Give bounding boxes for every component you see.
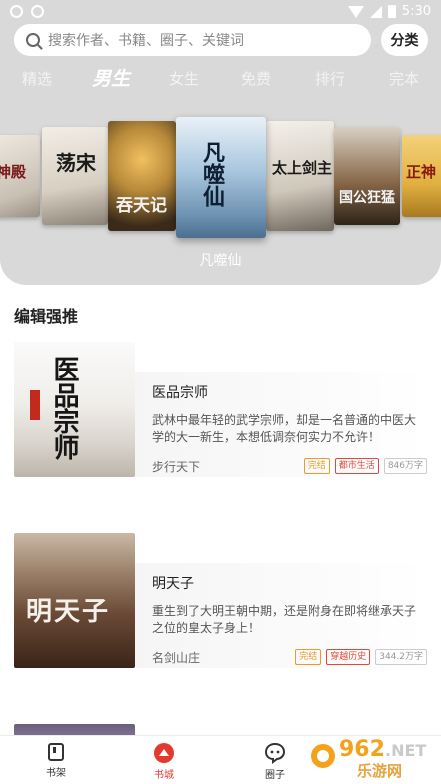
- search-input[interactable]: 搜索作者、书籍、圈子、关键词: [14, 24, 371, 56]
- battery-icon: [387, 5, 396, 18]
- book-description: 武林中最年轻的武学宗师，却是一名普通的中医大学的大一新生，本想低调奈何实力不允许…: [152, 413, 417, 444]
- cover-title: 太上剑主: [272, 159, 333, 177]
- status-bar: 5:30: [0, 0, 441, 24]
- carousel-cover[interactable]: 荡宋: [42, 127, 108, 225]
- tab-ranking[interactable]: 排行: [315, 68, 345, 89]
- carousel-cover[interactable]: 正神: [402, 135, 441, 217]
- book-carousel: 神殿 荡宋 吞天记 太上剑主 国公狂猛 正神 凡噬仙: [0, 115, 441, 240]
- search-icon: [26, 33, 40, 47]
- book-title: 医品宗师: [152, 385, 208, 401]
- cover-title: 凡噬仙: [199, 141, 225, 207]
- book-card[interactable]: 明天子 明天子 重生到了大明王朝中期，还是附身在即将继承天子之位的皇太子身上！ …: [14, 533, 427, 668]
- header-area: 5:30 搜索作者、书籍、圈子、关键词 分类 精选 男生 女生 免费 排行 完本…: [0, 0, 441, 285]
- cover-title: 明天子: [26, 597, 111, 627]
- book-cover[interactable]: 医品宗师: [14, 342, 135, 477]
- svg-text:.NET: .NET: [385, 741, 426, 760]
- cover-title: 国公狂猛: [339, 190, 395, 206]
- watermark-logo: 962 .NET 乐游网: [309, 732, 437, 782]
- nav-label: 圈子: [265, 770, 285, 781]
- book-title: 明天子: [152, 576, 194, 592]
- nav-label: 书架: [46, 768, 66, 779]
- bottom-nav: 书架 书城 圈子 962 .NET 乐游网: [0, 735, 441, 784]
- bookstore-icon: [154, 743, 174, 763]
- svg-text:962: 962: [339, 737, 385, 762]
- cover-title: 荡宋: [56, 151, 96, 175]
- category-button[interactable]: 分类: [381, 24, 428, 56]
- tab-male[interactable]: 男生: [92, 64, 130, 91]
- cover-title: 医品宗师: [49, 356, 79, 460]
- carousel-cover[interactable]: 吞天记: [108, 121, 176, 231]
- tab-free[interactable]: 免费: [241, 68, 271, 89]
- book-author: 步行天下: [152, 460, 201, 474]
- featured-book-name: 凡噬仙: [199, 253, 242, 269]
- genre-badge: 都市生活: [334, 458, 379, 474]
- cover-title: 吞天记: [116, 196, 167, 216]
- cover-seal-icon: [30, 390, 40, 420]
- nav-bookstore[interactable]: 书城: [134, 742, 194, 781]
- genre-badge: 穿越历史: [326, 649, 371, 665]
- carousel-cover[interactable]: 国公狂猛: [334, 127, 400, 225]
- nav-bookshelf[interactable]: 书架: [26, 742, 86, 779]
- bookshelf-icon: [48, 743, 64, 761]
- word-count-badge: 846万字: [383, 458, 427, 474]
- notification-icon: [31, 5, 44, 18]
- book-cover[interactable]: 明天子: [14, 533, 135, 668]
- svg-text:乐游网: 乐游网: [357, 762, 402, 780]
- book-card[interactable]: 医品宗师 医品宗师 武林中最年轻的武学宗师，却是一名普通的中医大学的大一新生，本…: [14, 342, 427, 477]
- book-author: 名剑山庄: [152, 651, 201, 665]
- signal-icon: [369, 5, 382, 18]
- status-badge: 完结: [303, 458, 330, 474]
- carousel-cover-featured[interactable]: 凡噬仙: [176, 117, 266, 238]
- word-count-badge: 344.2万字: [375, 649, 427, 665]
- section-title: 编辑强推: [14, 307, 79, 326]
- cover-title: 正神: [406, 163, 437, 181]
- status-time: 5:30: [401, 4, 431, 19]
- book-description: 重生到了大明王朝中期，还是附身在即将继承天子之位的皇太子身上！: [152, 604, 417, 635]
- search-placeholder: 搜索作者、书籍、圈子、关键词: [48, 33, 244, 49]
- chat-bubble-icon: [264, 742, 286, 764]
- carousel-cover[interactable]: 神殿: [0, 135, 40, 217]
- notification-icon: [10, 5, 23, 18]
- cover-title: 神殿: [0, 163, 27, 181]
- book-tags: 完结 都市生活 846万字: [303, 458, 427, 474]
- wifi-icon: [347, 5, 364, 18]
- tab-bar: 精选 男生 女生 免费 排行 完本: [0, 64, 441, 92]
- book-tags: 完结 穿越历史 344.2万字: [295, 649, 427, 665]
- tab-featured[interactable]: 精选: [22, 68, 52, 89]
- carousel-cover[interactable]: 太上剑主: [266, 121, 334, 231]
- tab-completed[interactable]: 完本: [389, 68, 419, 89]
- nav-label: 书城: [154, 770, 174, 781]
- status-badge: 完结: [295, 649, 322, 665]
- tab-female[interactable]: 女生: [169, 68, 199, 89]
- nav-circle[interactable]: 圈子: [245, 742, 305, 781]
